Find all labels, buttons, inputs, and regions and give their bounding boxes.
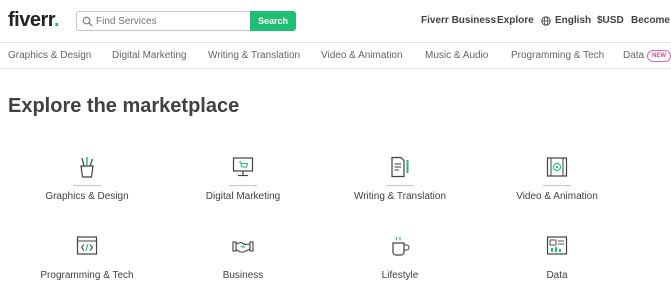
- category-music-audio[interactable]: Music & Audio: [425, 50, 488, 61]
- tile-business[interactable]: Business: [163, 235, 323, 295]
- category-digital-marketing[interactable]: Digital Marketing: [112, 50, 186, 61]
- language-link[interactable]: English: [555, 15, 591, 26]
- tile-label: Writing & Translation: [353, 191, 447, 202]
- category-programming-tech[interactable]: Programming & Tech: [511, 50, 604, 61]
- tile-lifestyle[interactable]: Lifestyle: [320, 235, 480, 295]
- become-seller-link[interactable]: Become a: [631, 15, 671, 26]
- tile-digital-marketing[interactable]: Digital Marketing: [163, 156, 323, 216]
- fiverr-business-link[interactable]: Fiverr Business: [421, 15, 496, 26]
- tile-label: Graphics & Design: [45, 191, 129, 202]
- tile-divider: [73, 185, 101, 186]
- tile-programming-tech[interactable]: Programming & Tech: [7, 235, 167, 295]
- category-data[interactable]: Data: [623, 50, 644, 61]
- category-video-animation[interactable]: Video & Animation: [321, 50, 403, 61]
- tile-data[interactable]: Data: [477, 235, 637, 295]
- tile-label: Programming & Tech: [40, 270, 134, 281]
- category-graphics-design[interactable]: Graphics & Design: [8, 50, 91, 61]
- writing-translation-icon: [391, 156, 409, 178]
- video-animation-icon: [546, 157, 568, 177]
- search-box[interactable]: [76, 11, 250, 31]
- data-icon: [546, 236, 568, 255]
- fiverr-logo[interactable]: fiverr.: [8, 9, 60, 32]
- business-icon: [232, 241, 254, 253]
- tile-label: Lifestyle: [381, 270, 419, 281]
- tile-label: Business: [222, 270, 264, 281]
- tile-video-animation[interactable]: Video & Animation: [477, 156, 637, 216]
- tile-divider: [229, 185, 257, 186]
- lifestyle-icon: [392, 237, 410, 256]
- new-badge: NEW: [647, 50, 671, 62]
- category-nav: Graphics & Design Digital Marketing Writ…: [0, 42, 671, 69]
- search-icon: [82, 16, 93, 27]
- tile-label: Digital Marketing: [205, 191, 281, 202]
- tile-divider: [543, 185, 571, 186]
- category-writing-translation[interactable]: Writing & Translation: [208, 50, 300, 61]
- tile-graphics-design[interactable]: Graphics & Design: [7, 156, 167, 216]
- tile-writing-translation[interactable]: Writing & Translation: [320, 156, 480, 216]
- search-input[interactable]: [96, 15, 246, 27]
- explore-link[interactable]: Explore: [497, 15, 534, 26]
- search-button[interactable]: Search: [250, 11, 296, 31]
- tile-label: Data: [546, 270, 568, 281]
- graphics-design-icon: [80, 157, 94, 178]
- programming-tech-icon: [76, 236, 98, 255]
- top-header: fiverr. Search Fiverr Business Explore E…: [0, 0, 671, 42]
- currency-link[interactable]: $USD: [597, 15, 624, 26]
- tile-divider: [386, 185, 414, 186]
- globe-icon: [541, 16, 551, 26]
- digital-marketing-icon: [232, 157, 254, 177]
- page-title: Explore the marketplace: [8, 95, 240, 117]
- tile-label: Video & Animation: [516, 191, 598, 202]
